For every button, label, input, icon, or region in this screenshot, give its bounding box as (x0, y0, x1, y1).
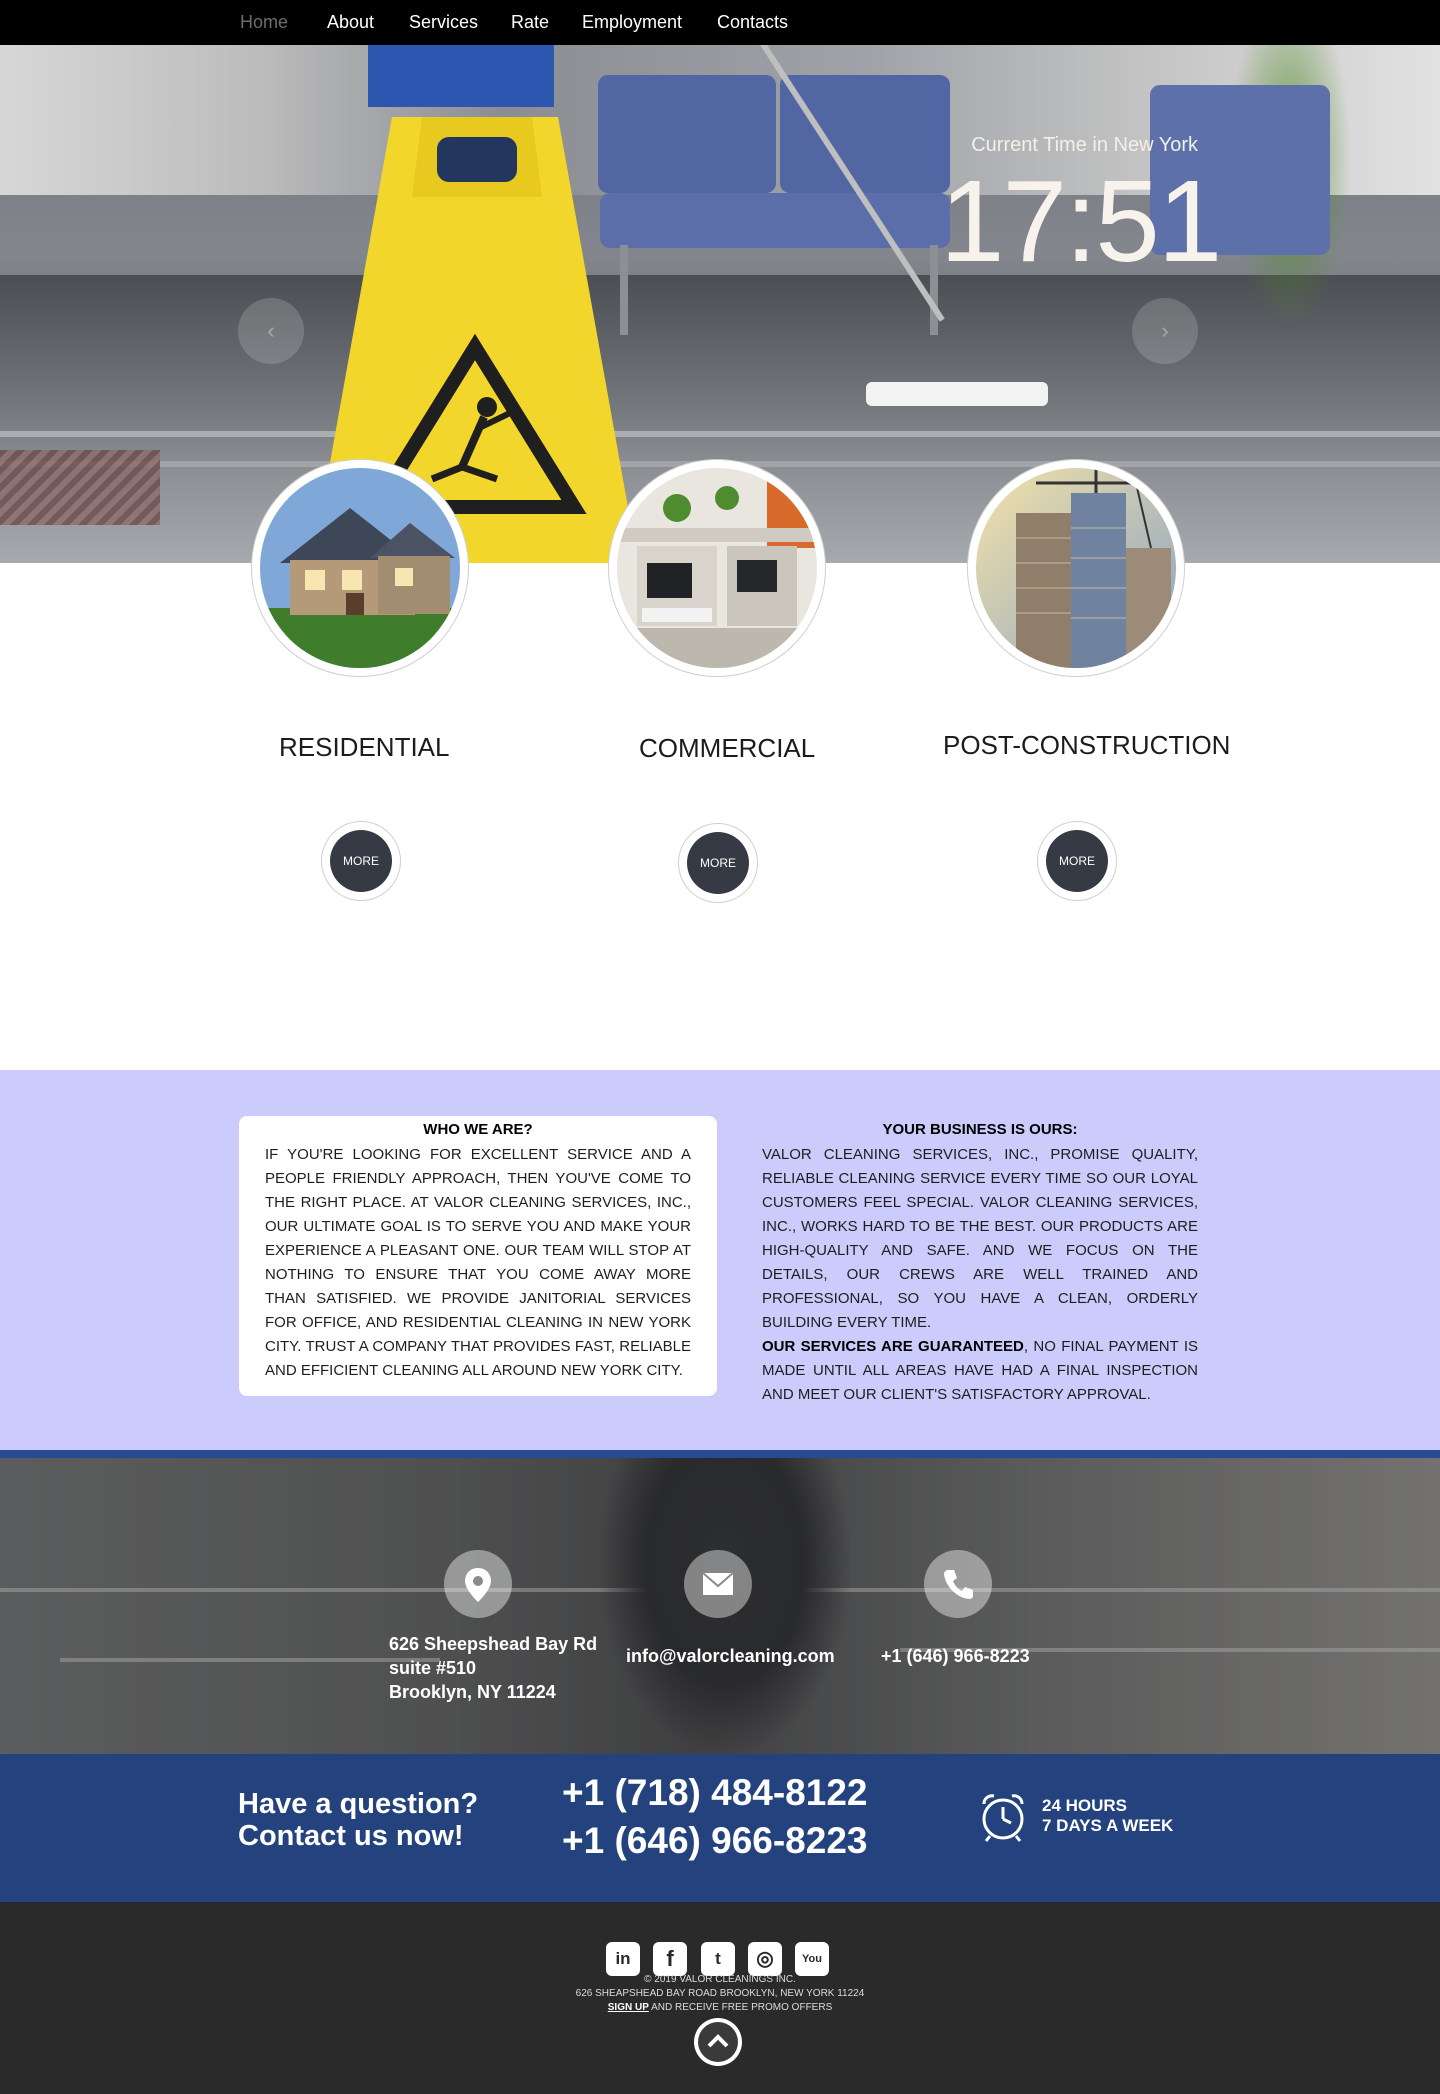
more-button-post-construction[interactable]: MORE (1037, 821, 1117, 901)
hero-worker (368, 45, 554, 107)
nav-services[interactable]: Services (409, 12, 478, 33)
footer: in f t ◎ You © 2019 VALOR CLEANINGS INC.… (0, 1902, 1440, 2094)
your-business-heading: YOUR BUSINESS IS OURS: (882, 1121, 1078, 1138)
chevron-right-icon: › (1161, 318, 1169, 343)
nav-employment[interactable]: Employment (582, 12, 682, 33)
address-line-2: suite #510 (389, 1658, 477, 1678)
hero-chair-seat (600, 193, 950, 248)
nav-rate[interactable]: Rate (511, 12, 549, 33)
youtube-icon[interactable]: You (795, 1942, 829, 1976)
alarm-clock-icon (982, 1794, 1024, 1842)
service-title-post-construction: POST-CONSTRUCTION (943, 730, 1231, 760)
service-image-post-construction[interactable] (967, 459, 1185, 677)
instagram-icon[interactable]: ◎ (748, 1942, 782, 1976)
cta-phone-2[interactable]: +1 (646) 966-8223 (562, 1820, 868, 1862)
more-button-residential[interactable]: MORE (321, 821, 401, 901)
who-we-are-heading: WHO WE ARE? (423, 1121, 533, 1138)
hours-line-1: 24 HOURS (1042, 1796, 1128, 1815)
your-business-text: VALOR CLEANING SERVICES, INC., PROMISE Q… (762, 1143, 1198, 1407)
contact-cta-bar: Have a question? Contact us now! +1 (718… (0, 1754, 1440, 1902)
about-section: WHO WE ARE? IF YOU'RE LOOKING FOR EXCELL… (0, 1070, 1440, 1450)
service-image-commercial[interactable] (608, 459, 826, 677)
hours-line-2: 7 DAYS A WEEK (1042, 1816, 1174, 1835)
footer-copyright: © 2019 VALOR CLEANINGS INC. (644, 1974, 796, 1985)
phone-icon (924, 1550, 992, 1618)
back-to-top-button[interactable] (694, 2018, 742, 2066)
hero-rug (0, 450, 160, 525)
footer-signup: SIGN UP AND RECEIVE FREE PROMO OFFERS (0, 2002, 1440, 2013)
footer-address: 626 SHEAPSHEAD BAY ROAD BROOKLYN, NEW YO… (575, 1988, 865, 1999)
chevron-up-icon (707, 2034, 729, 2048)
cta-question-line-2: Contact us now! (238, 1820, 464, 1852)
house-image (260, 468, 460, 668)
chair-leg (930, 245, 938, 335)
twitter-icon[interactable]: t (701, 1942, 735, 1976)
chevron-left-icon: ‹ (267, 318, 275, 343)
map-pin-icon (444, 1550, 512, 1618)
address-text: 626 Sheepshead Bay Rd suite #510 Brookly… (389, 1632, 597, 1704)
phone-link[interactable]: +1 (646) 966-8223 (881, 1644, 1030, 1668)
contact-info-section: 626 Sheepshead Bay Rd suite #510 Brookly… (0, 1458, 1440, 1754)
cta-question: Have a question? Contact us now! (238, 1788, 478, 1852)
top-nav: Home About Services Rate Employment Cont… (0, 0, 1440, 45)
page: Home About Services Rate Employment Cont… (0, 0, 1440, 2094)
signup-text: AND RECEIVE FREE PROMO OFFERS (648, 2002, 833, 2013)
cta-question-line-1: Have a question? (238, 1788, 479, 1820)
divider-strip (0, 1450, 1440, 1458)
hero-chair (780, 75, 950, 193)
more-button-label: MORE (1046, 830, 1108, 892)
more-button-commercial[interactable]: MORE (678, 823, 758, 903)
back-to-top-inner (698, 2022, 738, 2062)
linkedin-icon[interactable]: in (606, 1942, 640, 1976)
construction-image (976, 468, 1176, 668)
nav-contacts[interactable]: Contacts (717, 12, 788, 33)
email-link[interactable]: info@valorcleaning.com (626, 1644, 835, 1668)
more-button-label: MORE (687, 832, 749, 894)
office-image (617, 468, 817, 668)
facebook-icon[interactable]: f (653, 1942, 687, 1976)
service-title-residential: RESIDENTIAL (279, 732, 450, 762)
envelope-icon (684, 1550, 752, 1618)
service-image-residential[interactable] (251, 459, 469, 677)
more-button-label: MORE (330, 830, 392, 892)
cta-phone-1[interactable]: +1 (718) 484-8122 (562, 1772, 868, 1814)
signup-link[interactable]: SIGN UP (608, 2002, 649, 2013)
slider-prev-button[interactable]: ‹ (238, 298, 304, 364)
slider-next-button[interactable]: › (1132, 298, 1198, 364)
nav-home[interactable]: Home (240, 12, 288, 33)
address-line-1: 626 Sheepshead Bay Rd (389, 1634, 598, 1654)
hero-mop-head (866, 382, 1048, 406)
who-we-are-text: IF YOU'RE LOOKING FOR EXCELLENT SERVICE … (265, 1146, 691, 1379)
floor-stripe (0, 431, 1440, 437)
clock-time: 17:51 (940, 156, 1222, 286)
clock-label: Current Time in New York (971, 134, 1198, 156)
your-business-body: VALOR CLEANING SERVICES, INC., PROMISE Q… (762, 1146, 1198, 1331)
hours-text: 24 HOURS 7 DAYS A WEEK (1042, 1796, 1173, 1836)
nav-about[interactable]: About (327, 12, 374, 33)
guarantee-bold-text: OUR SERVICES ARE GUARANTEED (762, 1338, 1024, 1355)
address-line-3: Brooklyn, NY 11224 (389, 1682, 556, 1702)
service-title-commercial: COMMERCIAL (639, 733, 816, 763)
